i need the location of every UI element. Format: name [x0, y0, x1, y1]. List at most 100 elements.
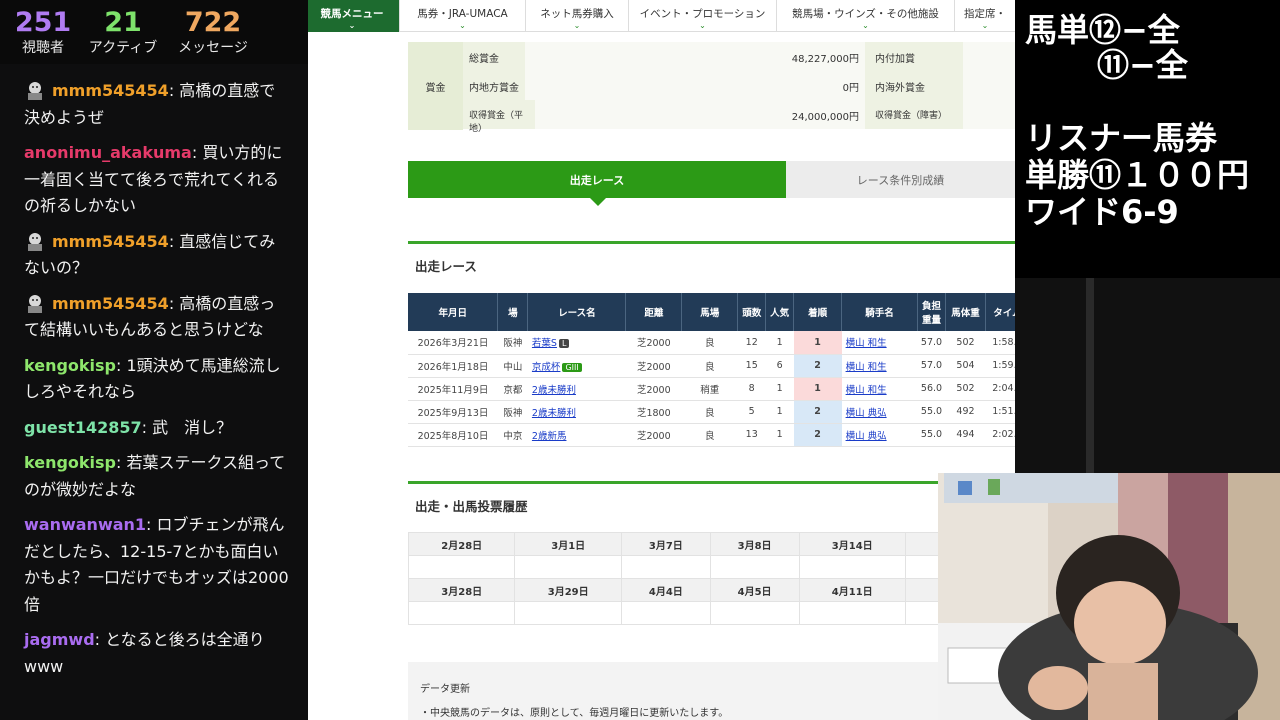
cell-finish: 2 [793, 423, 842, 447]
chat-messages: mmm545454: 高橋の直感で決めようぜ anonimu_akakuma: 買… [0, 74, 308, 685]
race-name-link[interactable]: 2歳未勝利 [527, 377, 626, 401]
history-date-cell: 4月11日 [798, 578, 906, 602]
page-scrollbar[interactable] [1086, 278, 1094, 473]
cell-runners: 15 [737, 354, 766, 378]
cell-body: 502 [945, 377, 986, 401]
chat-message: guest142857: 武 消し？ [0, 411, 308, 442]
chat-username[interactable]: mmm545454 [52, 232, 169, 251]
cell-body: 492 [945, 400, 986, 424]
chat-username[interactable]: kengokisp [24, 356, 116, 375]
jockey-name-text: 横山 典弘 [845, 407, 887, 419]
chat-separator: : [116, 453, 127, 472]
col-finish: 着順 [793, 293, 843, 331]
cell-date: 2026年3月21日 [408, 331, 498, 355]
col-body-weight: 馬体重 [945, 293, 986, 331]
table-row: 2026年3月21日 阪神 若葉S L 芝2000 良 12 1 1 横山 和生 57.0 502 1:… [408, 331, 1015, 355]
nav-baken[interactable]: 馬券・JRA-UMACA ⌄ [400, 0, 526, 32]
bet-line-wide: ワイド6-9 [1025, 193, 1179, 231]
chat-text: 武 消し？ [152, 417, 233, 437]
chevron-down-icon: ⌄ [699, 21, 706, 30]
race-name-link[interactable]: 2歳未勝利 [527, 400, 626, 424]
chat-message: mmm545454: 直感信じてみないの？ [0, 225, 308, 282]
history-table: 2月28日3月1日3月7日3月8日3月14日3月15日 3月28日3月29日4月… [407, 532, 1015, 625]
prize-value [963, 100, 1015, 129]
nav-label: 馬券・JRA-UMACA [417, 8, 508, 20]
prize-key: 収得賞金（障害） [865, 100, 963, 129]
user-avatar-icon [24, 292, 46, 314]
cell-finish: 2 [793, 354, 842, 378]
chat-username[interactable]: mmm545454 [52, 81, 169, 100]
col-jockey: 騎手名 [841, 293, 919, 331]
cell-date: 2026年1月18日 [408, 354, 498, 378]
cell-date: 2025年11月9日 [408, 377, 498, 401]
cell-pop: 1 [765, 377, 794, 401]
prize-row: 内地方賞金 0円 内海外賞金 [463, 71, 1015, 100]
chat-message: wanwanwan1: ロブチェンが飛んだとしたら、12-15-7とかも面白いか… [0, 508, 308, 618]
cell-body: 502 [945, 331, 986, 355]
jockey-name-text: 横山 典弘 [845, 430, 887, 442]
jockey-link[interactable]: 横山 和生 [841, 331, 918, 355]
viewer-count: 251 視聴者 [14, 8, 72, 58]
races-body: 2026年3月21日 阪神 若葉S L 芝2000 良 12 1 1 横山 和生 57.0 502 1:… [408, 331, 1015, 447]
chat-username[interactable]: guest142857 [24, 418, 142, 437]
cell-course: 中山 [497, 354, 528, 378]
chat-separator: : [94, 630, 106, 649]
chat-message: mmm545454: 高橋の直感って結構いいもんあると思うけどな [0, 287, 308, 344]
top-nav: 競馬メニュー ⌄ 馬券・JRA-UMACA ⌄ ネット馬券購入 ⌄ イベント・プロモー… [305, 0, 1015, 32]
jockey-link[interactable]: 横山 和生 [841, 354, 918, 378]
data-update-title: データ更新 [420, 684, 470, 695]
chat-message: jagmwd: となると後ろは全通りwww [0, 623, 308, 680]
chat-username[interactable]: wanwanwan1 [24, 515, 146, 534]
table-row: 2025年9月13日 阪神 2歳未勝利 芝1800 良 5 1 2 横山 典弘 55.0 492 1:… [408, 400, 1015, 424]
screen: { "stats": { "viewers": {"value": "251",… [0, 0, 1280, 720]
nav-keiba-menu[interactable]: 競馬メニュー ⌄ [305, 0, 400, 32]
active-count: 21 アクティブ [85, 8, 161, 58]
chat-separator: : [168, 293, 180, 313]
cell-course: 中京 [497, 423, 528, 447]
race-name-link[interactable]: 2歳新馬 [527, 423, 626, 447]
jockey-link[interactable]: 横山 典弘 [841, 400, 918, 424]
cell-track: 稍重 [681, 377, 738, 401]
nav-reserved-seat[interactable]: 指定席・ ⌄ [955, 0, 1015, 32]
jockey-name-text: 横山 和生 [845, 384, 887, 396]
message-count-label: メッセージ [178, 40, 248, 56]
cell-course: 京都 [497, 377, 528, 401]
cell-dist: 芝2000 [625, 423, 682, 447]
tab-conditions[interactable]: レース条件別成績 [786, 161, 1015, 198]
cell-pop: 1 [765, 400, 794, 424]
cell-runners: 5 [737, 400, 766, 424]
chevron-down-icon: ⌄ [459, 21, 466, 30]
chat-username[interactable]: anonimu_akakuma [24, 143, 192, 162]
chat-username[interactable]: kengokisp [24, 453, 116, 472]
cell-dist: 芝2000 [625, 331, 682, 355]
race-name-link[interactable]: 若葉S L [527, 331, 626, 355]
nav-event[interactable]: イベント・プロモーション ⌄ [629, 0, 777, 32]
history-date-cell: 4月5日 [709, 578, 800, 602]
chat-username[interactable]: jagmwd [24, 630, 95, 649]
cell-course: 阪神 [497, 400, 528, 424]
jockey-link[interactable]: 横山 和生 [841, 377, 918, 401]
race-name-link[interactable]: 京成杯 GIII [527, 354, 626, 378]
history-date-row: 3月28日3月29日4月4日4月5日4月11日4月12日 [407, 578, 1015, 602]
history-empty-row [407, 555, 1015, 579]
race-name-text: 2歳新馬 [531, 430, 567, 442]
tab-races[interactable]: 出走レース [408, 161, 786, 206]
cell-finish: 1 [793, 331, 842, 355]
nav-label: イベント・プロモーション [639, 8, 766, 20]
history-date-cell: 3月28日 [407, 578, 516, 602]
chat-message: kengokisp: 1頭決めて馬連総流ししろやそれなら [0, 349, 308, 406]
prize-key: 総賞金 [463, 42, 525, 71]
user-avatar-icon [24, 79, 46, 101]
jockey-name-text: 横山 和生 [845, 361, 887, 373]
col-track: 馬場 [681, 293, 739, 331]
chat-username[interactable]: mmm545454 [52, 294, 169, 313]
col-time: タイム [985, 293, 1015, 331]
table-row: 2025年8月10日 中京 2歳新馬 芝2000 良 13 1 2 横山 典弘 55.0 494 2:… [408, 423, 1015, 447]
nav-facilities[interactable]: 競馬場・ウインズ・その他施設 ⌄ [777, 0, 955, 32]
chevron-down-icon: ⌄ [862, 21, 869, 30]
race-name-text: 2歳未勝利 [531, 407, 576, 419]
jockey-link[interactable]: 横山 典弘 [841, 423, 918, 447]
nav-net-baken[interactable]: ネット馬券購入 ⌄ [526, 0, 629, 32]
cell-weight: 56.0 [917, 377, 946, 401]
cell-finish: 2 [793, 400, 842, 424]
